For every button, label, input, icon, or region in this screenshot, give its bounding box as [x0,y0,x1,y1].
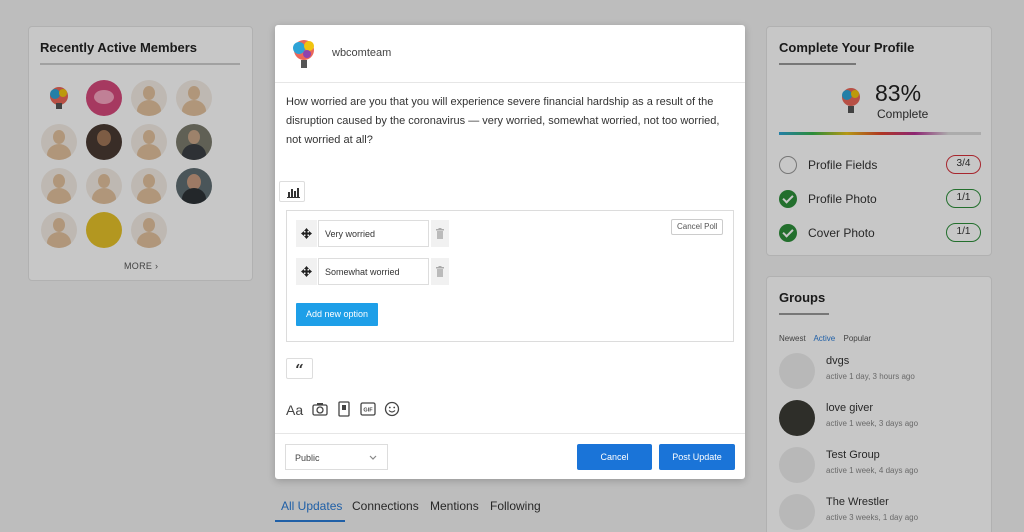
drag-handle[interactable] [296,220,317,247]
post-update-button[interactable]: Post Update [659,444,735,470]
poll-option-row: Very worried [296,220,449,247]
trash-icon [436,266,444,277]
poll-option-input[interactable]: Somewhat worried [318,258,429,285]
document-button[interactable] [336,401,352,419]
chevron-down-icon [369,453,377,463]
smiley-icon [384,401,400,417]
modal-header: wbcomteam [275,25,745,83]
poll-editor: Cancel Poll Very worried Somewhat worrie… [286,210,734,342]
user-avatar [288,36,320,72]
document-icon [338,401,350,417]
text-format-button[interactable]: Aa [286,402,303,420]
post-textarea[interactable]: How worried are you that you will experi… [286,93,731,150]
poll-button[interactable] [279,181,305,202]
move-icon [301,228,312,239]
username: wbcomteam [332,47,392,59]
trash-icon [436,228,444,239]
poll-option-row: Somewhat worried [296,258,449,285]
emoji-button[interactable] [384,401,400,419]
photo-button[interactable] [312,401,328,419]
gif-button[interactable]: GIF [360,401,376,419]
camera-icon [312,403,328,416]
quote-button[interactable]: “ [286,358,313,379]
post-update-modal: wbcomteam How worried are you that you w… [275,25,745,479]
poll-option-input[interactable]: Very worried [318,220,429,247]
modal-footer: Public Cancel Post Update [275,433,745,479]
delete-option-button[interactable] [431,220,449,247]
cancel-button[interactable]: Cancel [577,444,652,470]
gif-icon: GIF [360,402,376,416]
delete-option-button[interactable] [431,258,449,285]
drag-handle[interactable] [296,258,317,285]
bar-chart-icon [287,188,300,198]
add-new-option-button[interactable]: Add new option [296,303,378,326]
move-icon [301,266,312,277]
svg-text:GIF: GIF [363,408,373,414]
privacy-select[interactable]: Public [285,444,388,470]
cancel-poll-button[interactable]: Cancel Poll [671,219,724,235]
privacy-value: Public [295,453,320,463]
